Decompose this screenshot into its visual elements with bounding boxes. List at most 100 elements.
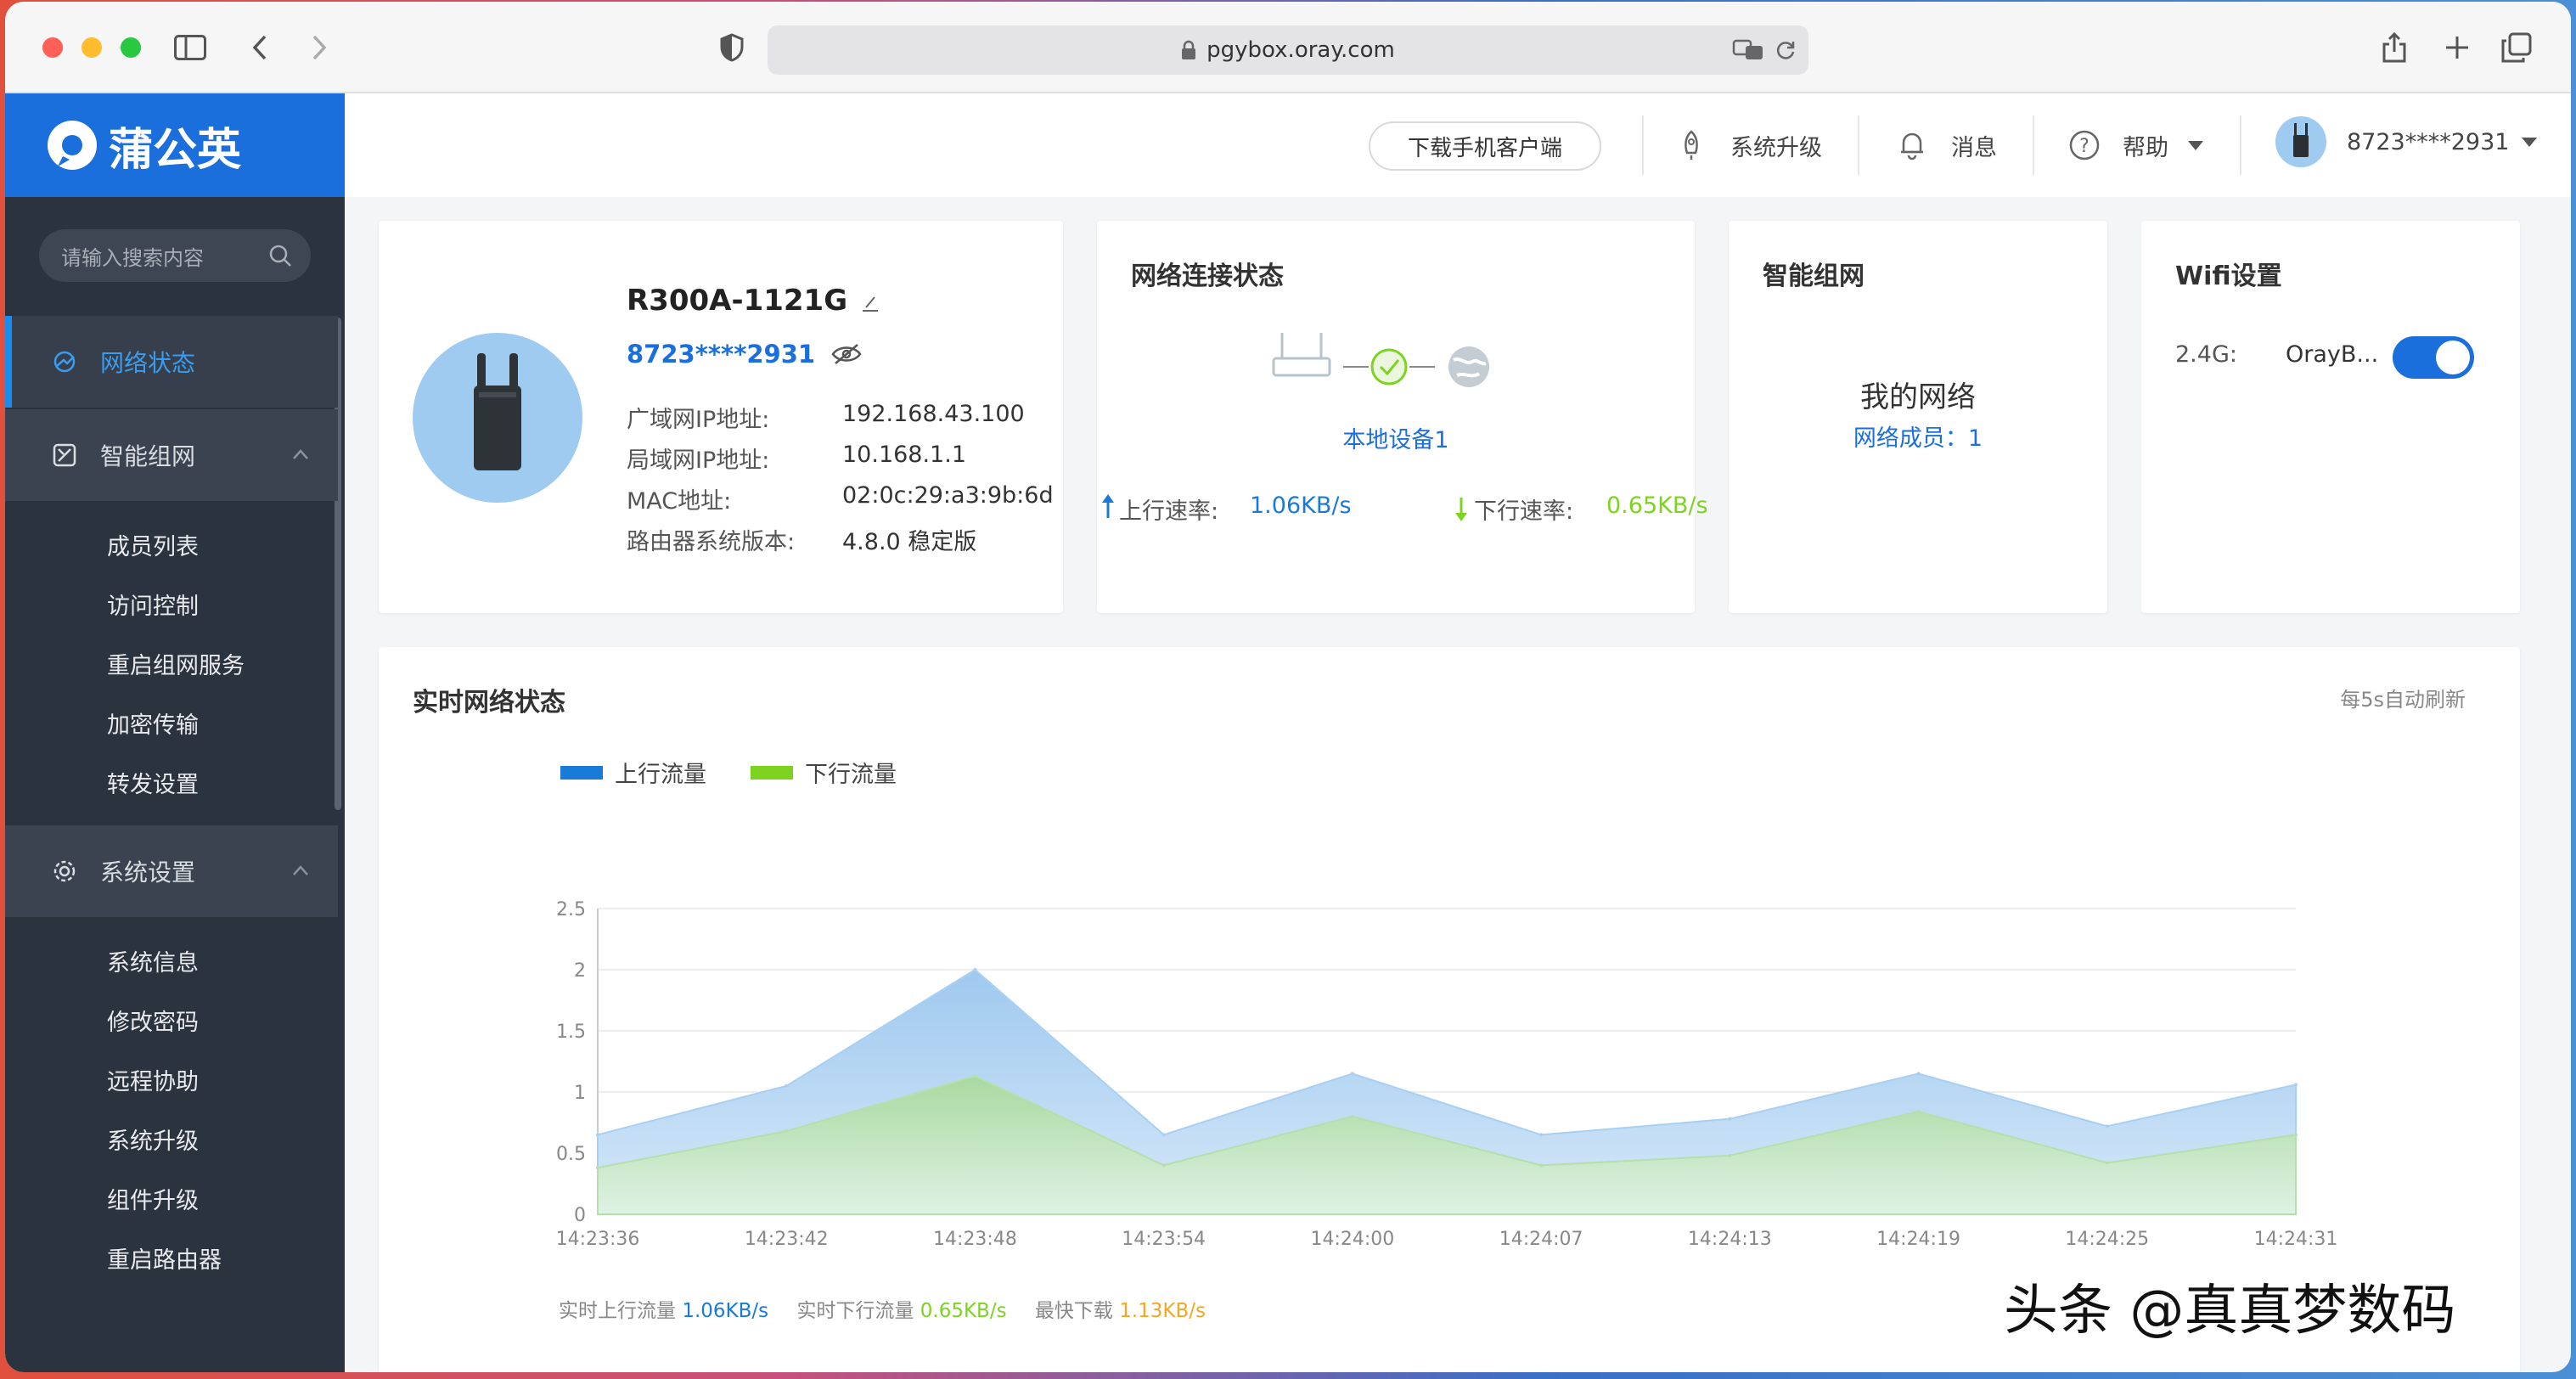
gear-icon <box>51 858 78 885</box>
minimize-window-button[interactable] <box>82 37 102 58</box>
url-text: pgybox.oray.com <box>1206 37 1395 63</box>
y-tick-label: 1 <box>574 1083 586 1104</box>
translate-icon[interactable] <box>1732 38 1766 62</box>
new-tab-icon[interactable] <box>2438 29 2476 66</box>
x-tick-label: 14:24:25 <box>2065 1229 2149 1250</box>
tab-overview-icon[interactable] <box>2498 29 2535 66</box>
menu-smart-network[interactable]: 智能组网 <box>5 409 338 501</box>
submenu-change-password[interactable]: 修改密码 <box>5 990 338 1050</box>
svg-text:?: ? <box>2079 136 2089 157</box>
connection-diagram <box>1272 333 1489 387</box>
eye-off-icon[interactable] <box>830 343 863 365</box>
help-menu[interactable]: ? 帮助 <box>2068 127 2204 163</box>
network-members-link[interactable]: 网络成员：1 <box>1729 419 2107 453</box>
chevron-up-icon[interactable] <box>292 448 309 460</box>
download-data-point <box>1728 1153 1732 1157</box>
submenu-access-control[interactable]: 访问控制 <box>5 574 338 633</box>
system-upgrade-label: 系统升级 <box>1730 134 1822 161</box>
legend-upload-label: 上行流量 <box>615 762 706 788</box>
system-upgrade-link[interactable]: 系统升级 <box>1678 127 1822 163</box>
sidebar-toggle-icon[interactable] <box>172 29 209 66</box>
legend-download[interactable]: 下行流量 <box>751 756 897 789</box>
upload-data-point <box>1350 1072 1354 1076</box>
x-tick-label: 14:24:31 <box>2254 1229 2338 1250</box>
bell-icon <box>1901 132 1923 160</box>
privacy-shield-icon[interactable] <box>713 29 751 66</box>
wifi-title: Wifi设置 <box>2175 262 2282 291</box>
upload-data-point <box>1539 1133 1544 1137</box>
browser-titlebar: pgybox.oray.com <box>5 2 2571 93</box>
edit-icon[interactable] <box>859 292 881 314</box>
download-rate-value: 0.65KB/s <box>1606 492 1708 519</box>
avatar <box>2275 116 2326 167</box>
download-data-point <box>2105 1161 2109 1165</box>
upload-data-point <box>973 968 977 971</box>
legend-download-label: 下行流量 <box>805 762 897 788</box>
x-tick-label: 14:23:48 <box>933 1229 1017 1250</box>
download-data-point <box>1916 1110 1921 1114</box>
messages-label: 消息 <box>1951 134 1997 161</box>
brand-logo[interactable]: 蒲公英 <box>5 93 345 197</box>
x-tick-label: 14:24:19 <box>1876 1229 1960 1250</box>
download-data-point <box>596 1166 599 1170</box>
question-icon: ? <box>2069 130 2100 160</box>
zoom-window-button[interactable] <box>121 37 141 58</box>
submenu-system-info[interactable]: 系统信息 <box>5 931 338 990</box>
back-icon[interactable] <box>241 29 278 66</box>
x-tick-label: 14:24:07 <box>1499 1229 1583 1250</box>
mac-label: MAC地址: <box>627 488 732 515</box>
realtime-up-value: 1.06KB/s <box>682 1300 769 1322</box>
messages-link[interactable]: 消息 <box>1898 127 1997 163</box>
download-app-button[interactable]: 下载手机客户端 <box>1369 121 1601 171</box>
brand-name: 蒲公英 <box>109 124 242 176</box>
menu-search-input[interactable]: 请输入搜索内容 <box>39 229 311 282</box>
submenu-remote-assist[interactable]: 远程协助 <box>5 1050 338 1109</box>
smart-network-card: 智能组网 我的网络 网络成员：1 <box>1729 221 2107 613</box>
upload-data-point <box>1916 1072 1921 1076</box>
legend-upload[interactable]: 上行流量 <box>560 756 706 789</box>
y-tick-label: 2.5 <box>556 899 586 920</box>
realtime-down-value: 0.65KB/s <box>920 1300 1007 1322</box>
y-tick-label: 2 <box>574 960 586 982</box>
sidebar: 蒲公英 请输入搜索内容 网络状态 智能组网 成员列表 访问控制 重启组网服务 加… <box>5 93 345 1372</box>
close-window-button[interactable] <box>42 37 63 58</box>
arrow-up-icon <box>1102 494 1114 518</box>
chevron-up-icon[interactable] <box>292 864 309 876</box>
forward-icon[interactable] <box>301 29 338 66</box>
menu-smart-network-label: 智能组网 <box>100 442 196 470</box>
upload-data-point <box>1728 1117 1732 1121</box>
submenu-restart-network-service[interactable]: 重启组网服务 <box>5 633 338 693</box>
arrow-down-icon <box>1455 498 1467 521</box>
y-tick-label: 0.5 <box>556 1144 586 1165</box>
download-data-point <box>973 1074 977 1078</box>
submenu-member-list[interactable]: 成员列表 <box>5 515 338 574</box>
account-label: 8723****2931 <box>2347 128 2510 155</box>
upload-rate-label: 上行速率: <box>1119 498 1219 525</box>
menu-system-settings[interactable]: 系统设置 <box>5 825 338 917</box>
share-icon[interactable] <box>2376 29 2413 66</box>
submenu-component-upgrade[interactable]: 组件升级 <box>5 1168 338 1228</box>
realtime-title: 实时网络状态 <box>413 688 565 718</box>
submenu-encrypted-transfer[interactable]: 加密传输 <box>5 693 338 752</box>
menu-network-status[interactable]: 网络状态 <box>5 316 338 408</box>
device-sn[interactable]: 8723****2931 <box>627 340 815 369</box>
wifi-ssid: OrayB... <box>2286 341 2379 368</box>
upload-data-point <box>2294 1083 2298 1087</box>
account-menu[interactable]: 8723****2931 <box>2275 116 2538 167</box>
wifi-toggle[interactable] <box>2393 336 2474 379</box>
reload-icon[interactable] <box>1775 39 1797 61</box>
top-navbar: 下载手机客户端 系统升级 消息 ? 帮助 8723****2931 <box>345 93 2571 197</box>
submenu-forwarding-settings[interactable]: 转发设置 <box>5 752 338 812</box>
caret-down-icon <box>2188 141 2203 150</box>
download-data-point <box>785 1129 789 1134</box>
firmware-value: 4.8.0 稳定版 <box>842 529 977 555</box>
x-tick-label: 14:23:42 <box>745 1229 829 1250</box>
local-device-link[interactable]: 本地设备1 <box>1097 421 1695 454</box>
nav-divider <box>2033 115 2034 175</box>
search-icon[interactable] <box>268 244 292 267</box>
router-icon <box>1272 333 1331 377</box>
address-bar[interactable]: pgybox.oray.com <box>768 25 1808 75</box>
submenu-system-upgrade[interactable]: 系统升级 <box>5 1109 338 1168</box>
max-download-value: 1.13KB/s <box>1119 1300 1206 1322</box>
submenu-reboot-router[interactable]: 重启路由器 <box>5 1228 338 1287</box>
